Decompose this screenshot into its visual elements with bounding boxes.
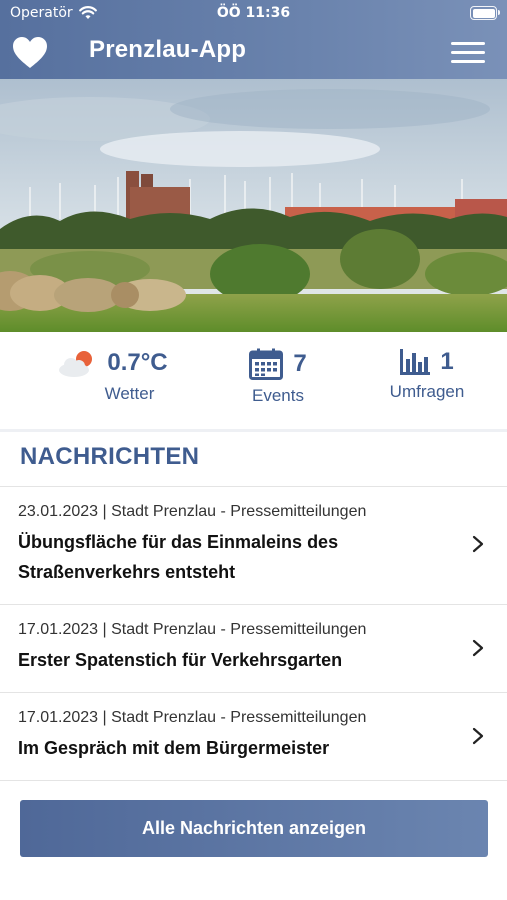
divider [0, 780, 507, 781]
bar-chart-icon [400, 349, 431, 375]
hamburger-menu-icon[interactable] [451, 40, 485, 66]
news-item[interactable]: 17.01.2023 | Stadt Prenzlau - Pressemitt… [0, 605, 507, 692]
chevron-right-icon [472, 535, 484, 553]
news-meta: 23.01.2023 | Stadt Prenzlau - Pressemitt… [18, 503, 367, 520]
news-meta: 17.01.2023 | Stadt Prenzlau - Pressemitt… [18, 621, 367, 638]
news-meta: 17.01.2023 | Stadt Prenzlau - Pressemitt… [18, 709, 367, 726]
battery-icon [470, 6, 500, 20]
status-time: ÖÖ 11:36 [216, 5, 291, 21]
events-count: 7 [293, 350, 307, 377]
news-headline: Erster Spatenstich für Verkehrsgarten [18, 650, 343, 670]
chevron-right-icon [472, 727, 484, 745]
surveys-label: Umfragen [389, 382, 465, 401]
section-divider [0, 429, 507, 432]
partly-cloudy-icon [59, 351, 93, 377]
app-title: Prenzlau-App [89, 36, 247, 63]
events-label: Events [252, 386, 304, 405]
surveys-widget[interactable]: 1 Umfragen [382, 348, 472, 402]
weather-label: Wetter [104, 384, 155, 403]
weather-widget[interactable]: 0.7°C Wetter [50, 348, 175, 404]
chevron-right-icon [472, 639, 484, 657]
heart-icon[interactable] [12, 36, 48, 70]
news-headline: Übungsfläche für das Einmaleins des Stra… [18, 532, 339, 582]
news-item[interactable]: 17.01.2023 | Stadt Prenzlau - Pressemitt… [0, 693, 507, 780]
events-widget[interactable]: 7 Events [243, 348, 313, 406]
weather-value: 0.7°C [107, 349, 168, 376]
calendar-icon [249, 348, 284, 380]
news-headline: Im Gespräch mit dem Bürgermeister [18, 738, 330, 758]
status-bar: Operatör ÖÖ 11:36 [0, 0, 507, 28]
app-header: Operatör ÖÖ 11:36 Prenzlau-App [0, 0, 507, 79]
news-item[interactable]: 23.01.2023 | Stadt Prenzlau - Pressemitt… [0, 487, 507, 604]
surveys-count: 1 [440, 348, 454, 375]
all-news-button[interactable]: Alle Nachrichten anzeigen [20, 800, 488, 857]
news-section-title: NACHRICHTEN [20, 443, 200, 470]
landscape-photo [0, 79, 507, 332]
stats-bar: 0.7°C Wetter 7 Events 1 Umfragen [0, 332, 507, 429]
